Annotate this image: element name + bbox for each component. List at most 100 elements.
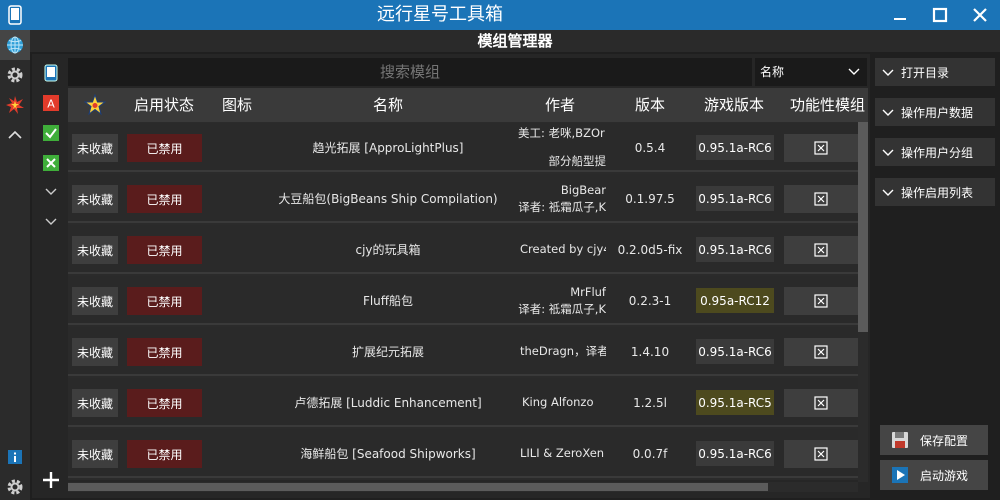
left-sidebar — [0, 30, 30, 500]
column-header-icon[interactable]: 图标 — [206, 88, 268, 122]
author-line: 部分船型提 — [548, 154, 607, 168]
functional-checkbox[interactable] — [784, 338, 858, 366]
chevron-up-icon[interactable] — [0, 120, 30, 150]
author-line: LILI & ZeroXen — [520, 446, 605, 460]
mod-author: LILI & ZeroXen — [516, 429, 606, 478]
cross-icon[interactable] — [40, 152, 62, 174]
launch-game-label: 启动游戏 — [920, 468, 969, 483]
status-toggle[interactable]: 已禁用 — [127, 338, 202, 366]
status-toggle[interactable]: 已禁用 — [127, 389, 202, 417]
favorite-button[interactable]: 未收藏 — [72, 338, 118, 366]
author-line: BigBear — [560, 183, 606, 197]
favorite-button[interactable]: 未收藏 — [72, 185, 118, 213]
close-box-icon — [814, 192, 828, 206]
launch-game-button[interactable]: 启动游戏 — [880, 460, 988, 490]
game-version-badge: 0.95.1a-RC6 — [696, 186, 774, 211]
column-header-game-version[interactable]: 游戏版本 — [688, 88, 780, 122]
settings-gear-icon[interactable] — [0, 472, 30, 500]
favorite-button[interactable]: 未收藏 — [72, 134, 118, 162]
favorite-column-header[interactable] — [68, 88, 122, 122]
table-row[interactable]: 未收藏 已禁用 cjy的玩具箱 Created by cjy4 0.2.0d5-… — [68, 225, 858, 274]
gear-icon[interactable] — [0, 60, 30, 90]
functional-checkbox[interactable] — [784, 134, 858, 162]
save-config-button[interactable]: 保存配置 — [880, 425, 988, 455]
menu-label: 操作用户数据 — [901, 105, 974, 120]
column-header-name[interactable]: 名称 — [268, 88, 508, 122]
status-toggle[interactable]: 已禁用 — [127, 134, 202, 162]
enabled-list-menu[interactable]: 操作启用列表 — [875, 178, 995, 206]
table-row[interactable]: 未收藏 已禁用 Fluff船包 MrFluf 译者: 祗霜瓜子,K 0.2.3-… — [68, 276, 858, 325]
horizontal-scrollbar[interactable] — [68, 482, 858, 492]
explosion-icon[interactable] — [0, 90, 30, 120]
favorite-button[interactable]: 未收藏 — [72, 236, 118, 264]
table-row[interactable]: 未收藏 已禁用 扩展纪元拓展 theDragn，译者 1.4.10 0.95.1… — [68, 327, 858, 376]
save-config-label: 保存配置 — [920, 433, 969, 448]
functional-checkbox[interactable] — [784, 389, 858, 417]
info-icon[interactable] — [0, 442, 30, 472]
table-row[interactable]: 未收藏 已禁用 卢德拓展 [Luddic Enhancement] King A… — [68, 378, 858, 427]
user-data-menu[interactable]: 操作用户数据 — [875, 98, 995, 126]
close-button[interactable] — [960, 0, 1000, 30]
status-toggle[interactable]: 已禁用 — [127, 236, 202, 264]
scrollbar-thumb[interactable] — [858, 122, 868, 332]
column-header-version[interactable]: 版本 — [612, 88, 688, 122]
table-header: 启用状态 图标 名称 作者 版本 游戏版本 功能性模组 — [68, 88, 868, 122]
page-title: 模组管理器 — [30, 30, 1000, 52]
chevron-down-icon — [875, 107, 901, 117]
table-row[interactable]: 未收藏 已禁用 趋光拓展 [ApproLightPlus] 美工: 老咪,BZO… — [68, 123, 858, 172]
close-box-icon — [814, 345, 828, 359]
author-line: Created by cjy4 — [520, 242, 606, 256]
table-row[interactable]: 未收藏 已禁用 大豆船包(BigBeans Ship Compilation) … — [68, 174, 858, 223]
favorite-button[interactable]: 未收藏 — [72, 389, 118, 417]
scrollbar-thumb[interactable] — [68, 483, 768, 491]
column-header-author[interactable]: 作者 — [508, 88, 612, 122]
vertical-scrollbar[interactable] — [858, 122, 868, 482]
close-box-icon — [814, 294, 828, 308]
functional-checkbox[interactable] — [784, 236, 858, 264]
chevron-down-icon — [847, 58, 861, 86]
book-icon[interactable] — [40, 62, 62, 84]
mod-table: 启用状态 图标 名称 作者 版本 游戏版本 功能性模组 未收藏 已禁用 趋光拓展… — [68, 88, 868, 480]
chevron-down-icon — [875, 67, 901, 77]
title-bar: 远行星号工具箱 — [0, 0, 1000, 30]
game-version-badge: 0.95.1a-RC6 — [696, 441, 774, 466]
game-version-badge: 0.95.1a-RC6 — [696, 135, 774, 160]
mod-name: Fluff船包 — [362, 294, 414, 308]
author-line: theDragn，译者 — [520, 344, 606, 358]
user-group-menu[interactable]: 操作用户分组 — [875, 138, 995, 166]
favorite-button[interactable]: 未收藏 — [72, 287, 118, 315]
author-line: 美工: 老咪,BZOr — [518, 126, 605, 140]
sort-select[interactable]: 名称 — [755, 58, 867, 86]
mod-version: 1.4.10 — [630, 344, 670, 359]
favorite-button[interactable]: 未收藏 — [72, 440, 118, 468]
status-toggle[interactable]: 已禁用 — [127, 185, 202, 213]
add-mod-button[interactable] — [36, 466, 66, 494]
check-icon[interactable] — [40, 122, 62, 144]
mod-author: Created by cjy4 — [516, 225, 606, 274]
functional-checkbox[interactable] — [784, 185, 858, 213]
mod-author: King Alfonzo — [516, 378, 606, 427]
table-row[interactable]: 未收藏 已禁用 海鲜船包 [Seafood Shipworks] LILI & … — [68, 429, 858, 478]
play-icon — [880, 466, 920, 484]
maximize-button[interactable] — [920, 0, 960, 30]
mod-version: 0.5.4 — [634, 140, 666, 155]
mod-version: 0.1.97.5 — [625, 191, 675, 206]
status-toggle[interactable]: 已禁用 — [127, 287, 202, 315]
font-a-icon[interactable]: A — [40, 92, 62, 114]
mod-name: 趋光拓展 [ApproLightPlus] — [312, 141, 464, 155]
status-toggle[interactable]: 已禁用 — [127, 440, 202, 468]
globe-icon[interactable] — [0, 30, 30, 60]
mod-version: 0.0.7f — [632, 446, 668, 461]
mod-author: BigBear 译者: 祗霜瓜子,K — [516, 174, 606, 223]
chevron-down-icon[interactable] — [40, 180, 62, 202]
minimize-button[interactable] — [880, 0, 920, 30]
game-version-badge: 0.95.1a-RC6 — [696, 339, 774, 364]
mod-version: 0.2.3-1 — [628, 293, 672, 308]
column-header-status[interactable]: 启用状态 — [122, 88, 206, 122]
functional-checkbox[interactable] — [784, 287, 858, 315]
functional-checkbox[interactable] — [784, 440, 858, 468]
search-input[interactable] — [68, 58, 752, 86]
open-directory-menu[interactable]: 打开目录 — [875, 58, 995, 86]
column-header-functional[interactable]: 功能性模组 — [780, 88, 868, 122]
chevron-down-icon[interactable] — [40, 210, 62, 232]
